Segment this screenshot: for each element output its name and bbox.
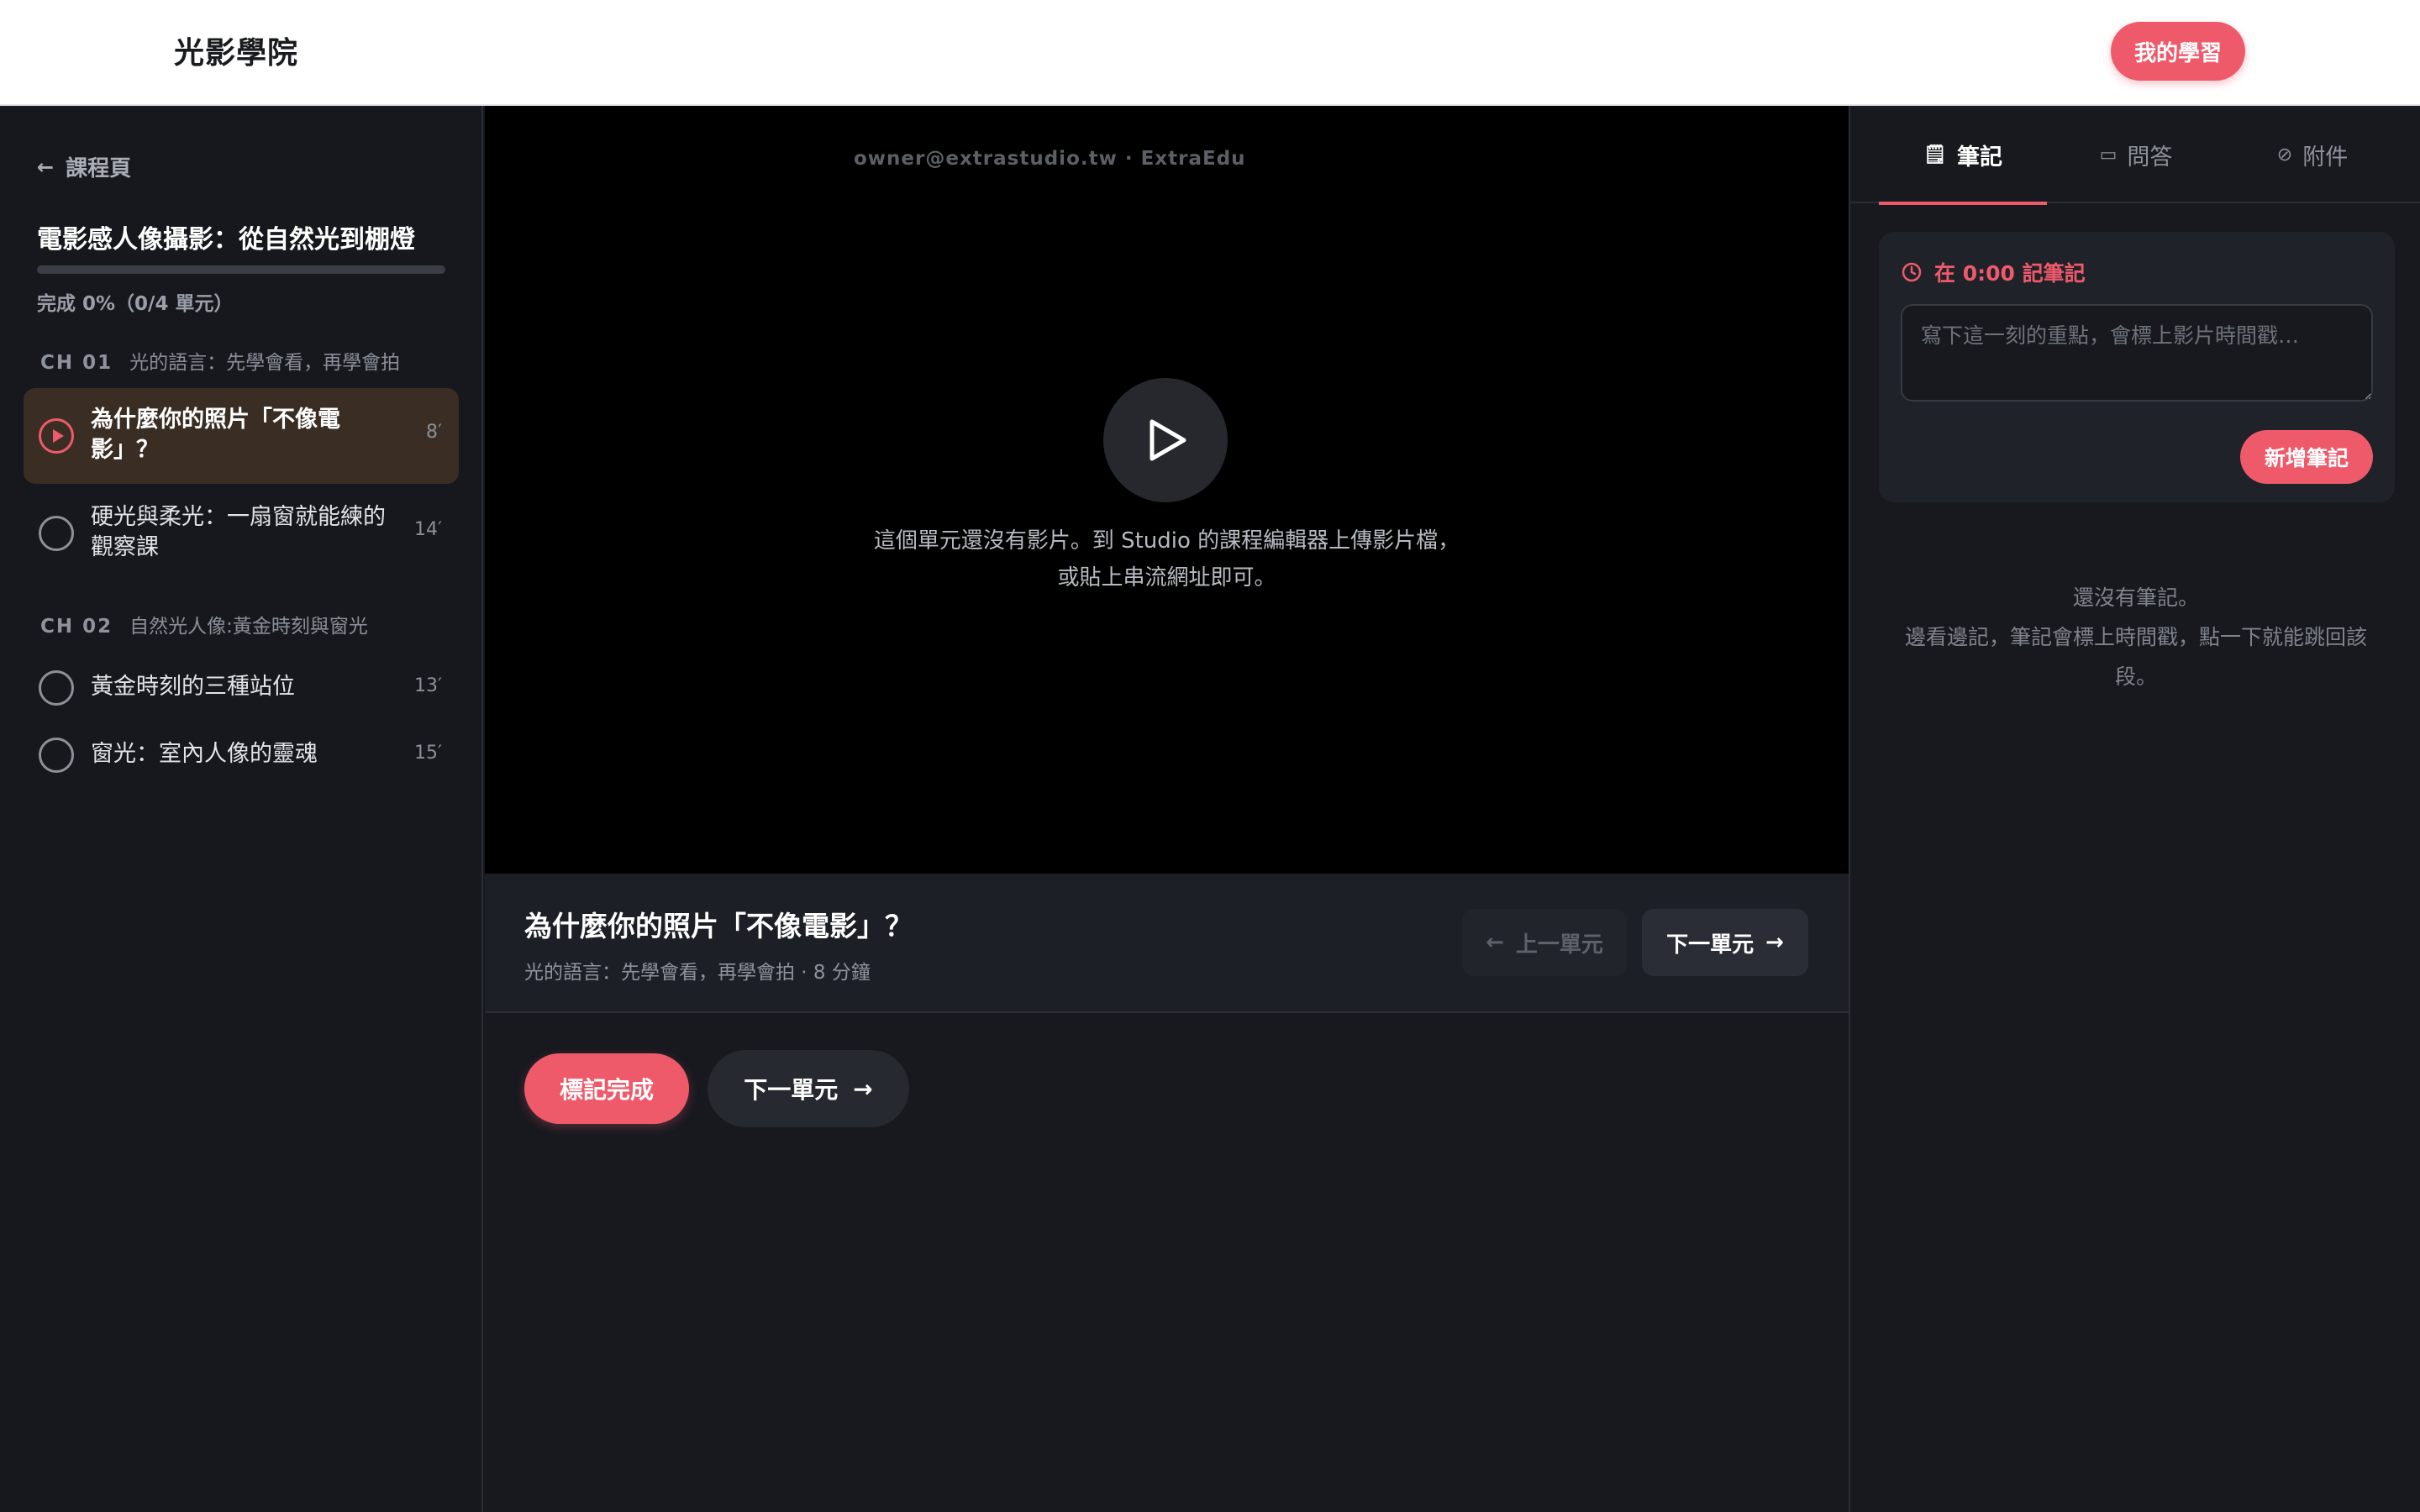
next-lesson-pill-label: 下一單元: [744, 1076, 839, 1104]
lesson-title: 窗光：室內人像的靈魂: [91, 741, 318, 767]
play-icon: [1150, 419, 1186, 461]
lesson-duration: 15′: [414, 743, 442, 764]
arrow-right-icon: →: [853, 1074, 873, 1103]
note-timestamp-text: 在 0:00 記筆記: [1934, 261, 2086, 286]
tab-notes[interactable]: 🗒 筆記: [1879, 106, 2047, 205]
chapter-number: CH 02: [40, 616, 113, 638]
next-lesson-pill-button[interactable]: 下一單元 →: [708, 1050, 909, 1127]
empty-notes-line-3: 段。: [2114, 664, 2157, 689]
top-bar: 光影學院 我的學習: [0, 0, 2420, 106]
tab-qa[interactable]: ▭ 問答: [2052, 106, 2220, 203]
video-player[interactable]: owner@extrastudio.tw · ExtraEdu 這個單元還沒有影…: [485, 106, 1849, 874]
back-link-label: 課程頁: [66, 156, 132, 181]
lesson-item[interactable]: 窗光：室內人像的靈魂 15′: [24, 726, 459, 786]
chapter-title: 光的語言：先學會看，再學會拍: [129, 352, 401, 374]
course-sidebar: ← 課程頁 電影感人像攝影：從自然光到棚燈 完成 0%（0/4 單元） CH 0…: [0, 106, 483, 1512]
chapter-header-2: CH 02 自然光人像:黃金時刻與窗光: [40, 610, 368, 638]
tab-attachments-label: 附件: [2302, 144, 2349, 171]
course-progress-bar: [37, 265, 445, 274]
lesson-duration: 14′: [414, 519, 442, 540]
next-lesson-button[interactable]: 下一單元 →: [1642, 909, 1808, 976]
no-video-line-2: 或貼上串流網址即可。: [1057, 565, 1276, 591]
lesson-title: 為什麼你的照片「不像電影」？: [91, 407, 340, 463]
course-title: 電影感人像攝影：從自然光到棚燈: [37, 225, 415, 255]
incomplete-circle-icon: [39, 670, 74, 706]
tab-attachments[interactable]: ⊘ 附件: [2228, 106, 2396, 203]
no-video-message: 這個單元還沒有影片。到 Studio 的課程編輯器上傳影片檔， 或貼上串流網址即…: [485, 522, 1849, 596]
note-icon: 🗒: [1923, 144, 1947, 165]
previous-lesson-label: 上一單元: [1515, 932, 1603, 958]
lesson-main: owner@extrastudio.tw · ExtraEdu 這個單元還沒有影…: [485, 106, 1849, 1512]
empty-notes-message: 還沒有筆記。 邊看邊記，筆記會標上時間戳，點一下就能跳回該 段。: [1884, 578, 2388, 696]
next-lesson-label: 下一單元: [1666, 932, 1754, 958]
no-video-line-1: 這個單元還沒有影片。到 Studio 的課程編輯器上傳影片檔，: [873, 528, 1460, 554]
empty-notes-line-2: 邊看邊記，筆記會標上時間戳，點一下就能跳回該: [1904, 625, 2367, 649]
chapter-header-1: CH 01 光的語言：先學會看，再學會拍: [40, 346, 400, 375]
add-note-button[interactable]: 新增筆記: [2240, 430, 2373, 484]
arrow-left-icon: ←: [1486, 930, 1504, 955]
arrow-left-icon: ←: [37, 155, 55, 179]
lesson-heading: 為什麼你的照片「不像電影」？: [524, 910, 913, 942]
playing-indicator-icon: [39, 418, 74, 454]
video-watermark: owner@extrastudio.tw · ExtraEdu: [854, 148, 1246, 170]
lesson-item[interactable]: 硬光與柔光：一扇窗就能練的觀察課 14′: [24, 494, 459, 575]
lesson-info-bar: 為什麼你的照片「不像電影」？ 光的語言：先學會看，再學會拍 · 8 分鐘 ← 上…: [485, 874, 1849, 1013]
chapter-title: 自然光人像:黃金時刻與窗光: [129, 616, 368, 638]
course-progress-text: 完成 0%（0/4 單元）: [37, 293, 234, 315]
panel-tabs: 🗒 筆記 ▭ 問答 ⊘ 附件: [1850, 106, 2420, 205]
lesson-item[interactable]: 黃金時刻的三種站位 13′: [24, 659, 459, 719]
lesson-duration: 8′: [426, 422, 442, 443]
tab-qa-label: 問答: [2127, 144, 2173, 171]
empty-notes-line-1: 還沒有筆記。: [2072, 585, 2199, 610]
chapter-number: CH 01: [40, 352, 113, 374]
note-textarea[interactable]: [1901, 304, 2373, 402]
note-timestamp-label: 在 0:00 記筆記: [1901, 257, 2086, 287]
clock-icon: [1902, 262, 1922, 282]
previous-lesson-button[interactable]: ← 上一單元: [1462, 909, 1627, 976]
tab-notes-label: 筆記: [1956, 144, 2002, 171]
brand-logo[interactable]: 光影學院: [174, 29, 298, 72]
lesson-title: 硬光與柔光：一扇窗就能練的觀察課: [91, 504, 386, 560]
incomplete-circle-icon: [39, 516, 74, 551]
play-button[interactable]: [1103, 378, 1228, 502]
paperclip-icon: ⊘: [2276, 144, 2293, 165]
lesson-title: 黃金時刻的三種站位: [91, 674, 295, 700]
mark-complete-button[interactable]: 標記完成: [524, 1053, 689, 1124]
chat-bubble-icon: ▭: [2099, 144, 2118, 165]
note-composer: 在 0:00 記筆記 新增筆記: [1879, 232, 2395, 502]
lesson-item-active[interactable]: 為什麼你的照片「不像電影」？ 8′: [24, 388, 459, 484]
my-learning-button[interactable]: 我的學習: [2111, 22, 2245, 81]
incomplete-circle-icon: [39, 738, 74, 773]
back-to-course-link[interactable]: ← 課程頁: [37, 151, 131, 182]
notes-panel: 🗒 筆記 ▭ 問答 ⊘ 附件 在 0:00 記筆記 新增筆記 還沒有筆記。 邊看…: [1849, 106, 2420, 1512]
lesson-duration: 13′: [414, 675, 442, 696]
lesson-meta: 光的語言：先學會看，再學會拍 · 8 分鐘: [524, 962, 871, 984]
arrow-right-icon: →: [1765, 930, 1784, 955]
